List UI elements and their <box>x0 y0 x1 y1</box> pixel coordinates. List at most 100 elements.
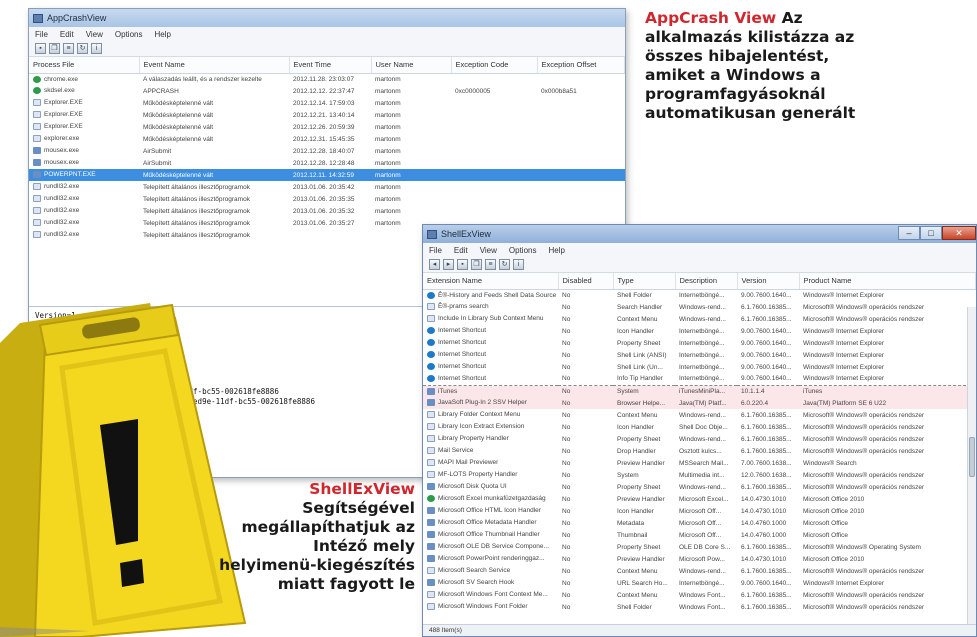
column-header[interactable]: Exception Code <box>451 57 538 74</box>
cell-text: Ê®-History and Feeds Shell Data Source <box>438 291 557 299</box>
column-header[interactable]: Version <box>737 273 800 290</box>
table-row[interactable]: rundll32.exe Telepített általános illeszt… <box>29 205 625 217</box>
file-icon <box>33 219 41 227</box>
table-row[interactable]: Microsoft SV Search Hook No URL Search Ho.… <box>423 577 976 589</box>
copy-icon[interactable]: ❐ <box>49 43 60 54</box>
about-icon[interactable]: i <box>91 43 102 54</box>
refresh-icon[interactable]: ↻ <box>77 43 88 54</box>
menu-item[interactable]: View <box>86 30 103 39</box>
cell-code <box>451 157 537 169</box>
column-header[interactable]: Description <box>675 273 738 290</box>
cell-text: MAPI Mail Previewer <box>438 459 499 467</box>
table-row[interactable]: Explorer.EXE Működésképtelenné vált 2012.1… <box>29 121 625 133</box>
table-row[interactable]: Explorer.EXE Működésképtelenné vált 2012.1… <box>29 109 625 121</box>
vertical-scrollbar[interactable] <box>967 307 976 624</box>
properties-icon[interactable]: ≡ <box>485 259 496 270</box>
menu-item[interactable]: Help <box>548 246 564 255</box>
table-row[interactable]: Ê®-History and Feeds Shell Data Source No… <box>423 289 976 301</box>
table-row[interactable]: Ê®-prams search No Search Handler Windows-r… <box>423 301 976 313</box>
shellex-titlebar[interactable]: ShellExView – □ ✕ <box>423 225 976 243</box>
table-row[interactable]: mousex.exe AirSubmit 2012.12.28. 12:28:48 m… <box>29 157 625 169</box>
table-row[interactable]: MF-LOTS Property Handler No System Multimed… <box>423 469 976 481</box>
column-header[interactable]: Product Name <box>799 273 976 290</box>
column-header[interactable]: Type <box>613 273 676 290</box>
save-icon[interactable]: ▪ <box>35 43 46 54</box>
table-row[interactable]: Microsoft PowerPoint renderinggaz... No Pr… <box>423 553 976 565</box>
maximize-icon[interactable]: □ <box>920 226 942 240</box>
cell-offset <box>537 205 625 217</box>
menu-item[interactable]: Edit <box>60 30 74 39</box>
cell-offset: 0x000b8a51 <box>541 87 577 95</box>
table-row[interactable]: Internet Shortcut No Shell Link (ANSI) Inte… <box>423 349 976 361</box>
cell-type: Metadata <box>617 519 645 527</box>
column-header[interactable]: Process File <box>29 57 140 74</box>
row-name-cell: rundll32.exe <box>29 229 139 241</box>
cell-text: Microsoft PowerPoint renderinggaz... <box>438 555 545 563</box>
table-row[interactable]: MAPI Mail Previewer No Preview Handler MSSe… <box>423 457 976 469</box>
table-row[interactable]: Microsoft Excel munkafüzetgazdaság No Prev… <box>423 493 976 505</box>
table-row[interactable]: Microsoft Windows Font Folder No Shell Fol… <box>423 601 976 613</box>
appcrash-titlebar[interactable]: AppCrashView <box>29 9 625 27</box>
cell-version: 7.00.7600.1638... <box>741 459 792 467</box>
table-row[interactable]: POWERPNT.EXE Működésképtelenné vált 2012.1… <box>29 169 625 181</box>
cell-time: 2013.01.06. 20:35:27 <box>293 219 355 227</box>
table-row[interactable]: explorer.exe Működésképtelenné vált 2012.1… <box>29 133 625 145</box>
menu-item[interactable]: Options <box>115 30 143 39</box>
table-row[interactable]: skdsel.exe APPCRASH 2012.12.12. 22:37:47 ma… <box>29 85 625 97</box>
refresh-icon[interactable]: ↻ <box>499 259 510 270</box>
table-row[interactable]: Microsoft Windows Font Context Me... No Co… <box>423 589 976 601</box>
column-header[interactable]: Exception Offset <box>537 57 625 74</box>
cell-desc: Windows-rend... <box>679 435 726 443</box>
save-icon[interactable]: ▪ <box>457 259 468 270</box>
close-icon[interactable]: ✕ <box>942 226 976 240</box>
about-icon[interactable]: i <box>513 259 524 270</box>
cell-event: Telepített általános illesztőprogramok <box>143 231 250 239</box>
table-row[interactable]: Mail Service No Drop Handler Osztott kulcs.… <box>423 445 976 457</box>
table-row[interactable]: iTunes No System iTunesMiniPla... 10.1.1.4 iT… <box>423 385 976 397</box>
cell-code <box>451 193 537 205</box>
table-row[interactable]: Microsoft Office Thumbnail Handler No Thum… <box>423 529 976 541</box>
column-header[interactable]: User Name <box>371 57 452 74</box>
properties-icon[interactable]: ≡ <box>63 43 74 54</box>
menu-item[interactable]: Edit <box>454 246 468 255</box>
table-row[interactable]: Include In Library Sub Context Menu No Con… <box>423 313 976 325</box>
cell-time: 2012.12.11. 14:32:59 <box>289 169 371 181</box>
menu-item[interactable]: View <box>480 246 497 255</box>
menu-item[interactable]: Help <box>154 30 170 39</box>
file-icon <box>427 363 435 371</box>
table-row[interactable]: Explorer.EXE Működésképtelenné vált 2012.1… <box>29 97 625 109</box>
back-icon[interactable]: ◂ <box>429 259 440 270</box>
table-row[interactable]: Internet Shortcut No Info Tip Handler Inter… <box>423 373 976 386</box>
menu-item[interactable]: Options <box>509 246 537 255</box>
table-row[interactable]: chrome.exe A válaszadás leállt, és a rend… <box>29 73 625 85</box>
table-row[interactable]: Library Property Handler No Property Sheet… <box>423 433 976 445</box>
table-row[interactable]: Library Icon Extract Extension No Icon Han… <box>423 421 976 433</box>
table-row[interactable]: Microsoft Office HTML Icon Handler No Icon… <box>423 505 976 517</box>
scrollbar-thumb[interactable] <box>969 437 975 477</box>
copy-icon[interactable]: ❐ <box>471 259 482 270</box>
table-row[interactable]: Microsoft Office Metadata Handler No Metad… <box>423 517 976 529</box>
column-header[interactable]: Event Time <box>289 57 372 74</box>
table-row[interactable]: Internet Shortcut No Property Sheet Interne… <box>423 337 976 349</box>
row-name-cell: chrome.exe <box>29 73 139 85</box>
column-header[interactable]: Disabled <box>558 273 614 290</box>
table-row[interactable]: Microsoft OLE DB Service Compone... No Pro… <box>423 541 976 553</box>
table-row[interactable]: Internet Shortcut No Shell Link (Un... Inte… <box>423 361 976 373</box>
table-row[interactable]: rundll32.exe Telepített általános illeszt… <box>29 181 625 193</box>
menu-item[interactable]: File <box>35 30 48 39</box>
table-row[interactable]: Internet Shortcut No Icon Handler Internetb… <box>423 325 976 337</box>
table-row[interactable]: Microsoft Disk Quota UI No Property Sheet W… <box>423 481 976 493</box>
table-row[interactable]: mousex.exe AirSubmit 2012.12.28. 18:40:07 m… <box>29 145 625 157</box>
table-row[interactable]: rundll32.exe Telepített általános illeszt… <box>29 193 625 205</box>
cell-version: 6.1.7600.16385... <box>741 303 792 311</box>
menu-item[interactable]: File <box>429 246 442 255</box>
table-row[interactable]: Microsoft Search Service No Context Menu Wi… <box>423 565 976 577</box>
column-header[interactable]: Event Name <box>139 57 290 74</box>
forward-icon[interactable]: ▸ <box>443 259 454 270</box>
cell-disabled: No <box>562 423 571 431</box>
table-row[interactable]: Library Folder Context Menu No Context Men… <box>423 409 976 421</box>
cell-event: APPCRASH <box>143 87 179 95</box>
minimize-icon[interactable]: – <box>898 226 920 240</box>
table-row[interactable]: JavaSoft Plug-In 2 SSV Helper No Browser H… <box>423 397 976 409</box>
column-header[interactable]: Extension Name <box>423 273 559 290</box>
